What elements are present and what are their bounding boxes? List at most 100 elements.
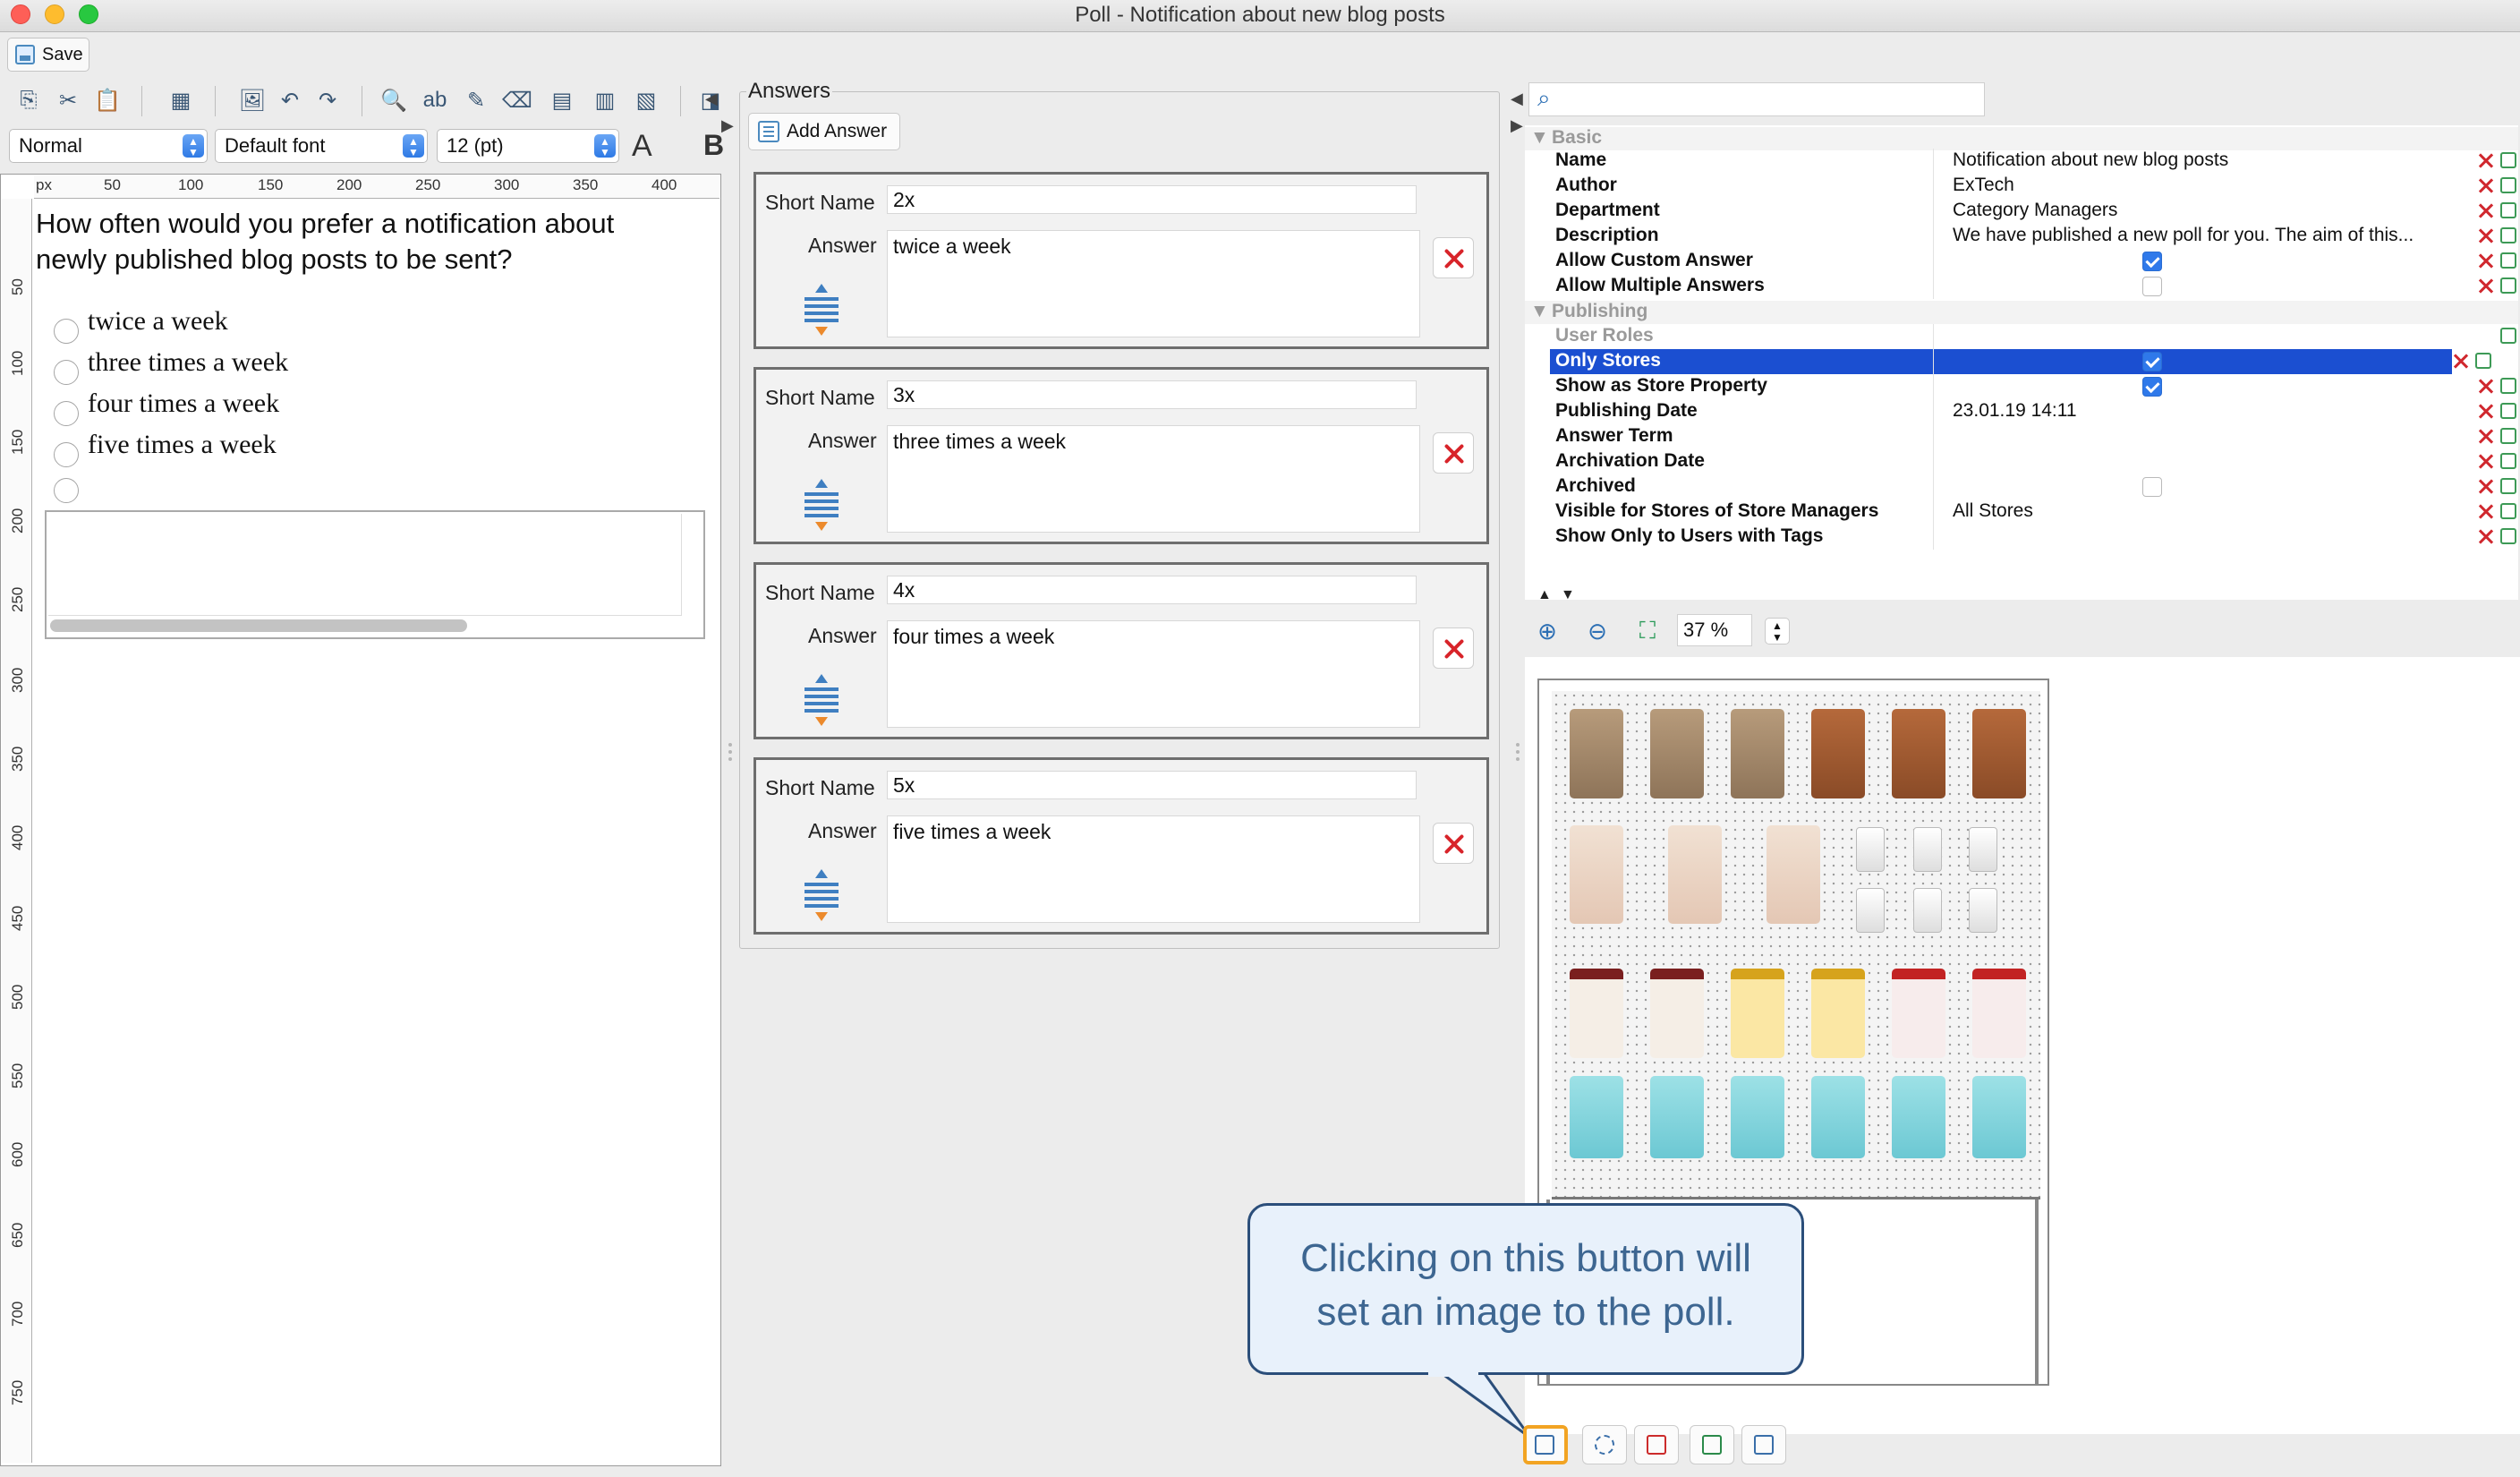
short-name-input[interactable]: 4x <box>887 576 1417 604</box>
edit-property-icon[interactable] <box>2500 177 2516 193</box>
add-answer-button[interactable]: Add Answer <box>748 113 900 150</box>
property-value[interactable]: We have published a new poll for you. Th… <box>1953 225 2472 246</box>
spellcheck-icon[interactable]: ab <box>421 86 449 115</box>
reset-property-icon[interactable] <box>2477 152 2493 168</box>
reorder-icon[interactable] <box>801 477 842 533</box>
property-row-allow-custom-answer[interactable]: Allow Custom Answer <box>1550 249 2518 274</box>
option-radio[interactable] <box>54 360 79 385</box>
reset-property-icon[interactable] <box>2477 428 2493 444</box>
merge-cells-icon[interactable]: ▥ <box>591 86 619 115</box>
edit-property-icon[interactable] <box>2500 202 2516 218</box>
paste-icon[interactable]: 📋 <box>93 86 122 115</box>
property-row-archived[interactable]: Archived <box>1550 474 2518 499</box>
option-radio[interactable] <box>54 401 79 426</box>
expand-right-icon[interactable]: ▶ <box>721 116 734 135</box>
edit-property-icon[interactable] <box>2475 353 2491 369</box>
property-row-show-only-tags[interactable]: Show Only to Users with Tags <box>1550 525 2518 550</box>
collapse-left-icon[interactable]: ◀ <box>705 90 718 108</box>
section-toggle-icon[interactable]: ▼ <box>1530 301 1549 322</box>
copy-icon[interactable]: ⎘ <box>14 86 43 115</box>
property-row-publishing-date[interactable]: Publishing Date 23.01.19 14:11 <box>1550 399 2518 424</box>
reset-property-icon[interactable] <box>2477 528 2493 544</box>
option-radio[interactable] <box>54 319 79 344</box>
property-checkbox[interactable] <box>2142 277 2162 296</box>
edit-property-icon[interactable] <box>2500 252 2516 269</box>
edit-property-icon[interactable] <box>2500 478 2516 494</box>
clear-format-icon[interactable]: ⌫ <box>502 86 532 115</box>
undo-icon[interactable]: ↶ <box>276 86 304 115</box>
reset-property-icon[interactable] <box>2477 252 2493 269</box>
set-image-button[interactable] <box>1523 1425 1568 1464</box>
property-row-answer-term[interactable]: Answer Term <box>1550 424 2518 449</box>
edit-property-icon[interactable] <box>2500 503 2516 519</box>
property-value[interactable]: Notification about new blog posts <box>1953 149 2472 171</box>
question-text[interactable]: How often would you prefer a notificatio… <box>36 206 680 277</box>
property-row-author[interactable]: Author ExTech <box>1550 174 2518 199</box>
refresh-image-button[interactable] <box>1582 1425 1627 1464</box>
edit-property-icon[interactable] <box>2500 277 2516 294</box>
reset-property-icon[interactable] <box>2452 353 2468 369</box>
reorder-icon[interactable] <box>801 672 842 728</box>
font-size-select[interactable]: 12 (pt) ▲ ▼ <box>437 129 619 163</box>
custom-option-radio[interactable] <box>54 478 79 503</box>
property-value[interactable]: All Stores <box>1953 500 2472 522</box>
property-row-department[interactable]: Department Category Managers <box>1550 199 2518 224</box>
remove-image-button[interactable] <box>1634 1425 1679 1464</box>
reset-property-icon[interactable] <box>2477 177 2493 193</box>
splitter-handle[interactable] <box>728 743 732 761</box>
property-checkbox[interactable] <box>2142 252 2162 271</box>
property-value[interactable]: ExTech <box>1953 175 2472 196</box>
save-button[interactable]: Save <box>7 38 89 72</box>
option-radio[interactable] <box>54 442 79 467</box>
delete-answer-button[interactable] <box>1433 823 1474 864</box>
property-row-description[interactable]: Description We have published a new poll… <box>1550 224 2518 249</box>
reset-property-icon[interactable] <box>2477 503 2493 519</box>
property-checkbox[interactable] <box>2142 352 2162 371</box>
reset-property-icon[interactable] <box>2477 478 2493 494</box>
font-color-icon[interactable]: A <box>632 129 652 164</box>
splitter-handle[interactable] <box>1516 743 1520 761</box>
expand-right-icon[interactable]: ▶ <box>1511 116 1523 135</box>
collapse-up-icon[interactable]: ▲ <box>1537 587 1552 603</box>
delete-answer-button[interactable] <box>1433 432 1474 474</box>
short-name-input[interactable]: 3x <box>887 380 1417 409</box>
edit-property-icon[interactable] <box>2500 328 2516 344</box>
reset-property-icon[interactable] <box>2477 378 2493 394</box>
edit-property-icon[interactable] <box>2500 453 2516 469</box>
redo-icon[interactable]: ↷ <box>313 86 342 115</box>
property-search-input[interactable] <box>1528 82 1985 116</box>
image-from-file-button[interactable] <box>1690 1425 1734 1464</box>
zoom-input[interactable]: 37 % <box>1677 614 1752 646</box>
answer-textarea[interactable]: four times a week <box>887 620 1420 728</box>
reset-property-icon[interactable] <box>2477 453 2493 469</box>
short-name-input[interactable]: 2x <box>887 185 1417 214</box>
zoom-out-icon[interactable]: ⊖ <box>1582 616 1613 646</box>
zoom-in-icon[interactable]: ⊕ <box>1532 616 1562 646</box>
edit-property-icon[interactable] <box>2500 227 2516 243</box>
delete-answer-button[interactable] <box>1433 237 1474 278</box>
reset-property-icon[interactable] <box>2477 202 2493 218</box>
horizontal-scrollbar[interactable] <box>50 619 467 632</box>
property-checkbox[interactable] <box>2142 477 2162 497</box>
property-row-archivation-date[interactable]: Archivation Date <box>1550 449 2518 474</box>
property-value[interactable]: 23.01.19 14:11 <box>1953 400 2472 422</box>
property-row-show-as-store-property[interactable]: Show as Store Property <box>1550 374 2518 399</box>
section-toggle-icon[interactable]: ▼ <box>1530 127 1549 149</box>
property-row-allow-multiple-answers[interactable]: Allow Multiple Answers <box>1550 274 2518 299</box>
property-value[interactable]: Category Managers <box>1953 200 2472 221</box>
edit-link-icon[interactable]: ✎ <box>462 86 490 115</box>
property-row-visible-for-stores[interactable]: Visible for Stores of Store Managers All… <box>1550 499 2518 525</box>
edit-property-icon[interactable] <box>2500 152 2516 168</box>
insert-image-icon[interactable]: 🖼 <box>238 86 267 115</box>
edit-property-icon[interactable] <box>2500 403 2516 419</box>
property-checkbox[interactable] <box>2142 377 2162 397</box>
answer-textarea[interactable]: three times a week <box>887 425 1420 533</box>
grid-table-icon[interactable]: ▤ <box>548 86 576 115</box>
cut-icon[interactable]: ✂ <box>54 86 82 115</box>
answer-textarea[interactable]: twice a week <box>887 230 1420 337</box>
property-row-only-stores[interactable]: Only Stores <box>1550 349 2452 374</box>
edit-property-icon[interactable] <box>2500 528 2516 544</box>
expand-down-icon[interactable]: ▼ <box>1561 587 1575 603</box>
delete-answer-button[interactable] <box>1433 628 1474 669</box>
reset-property-icon[interactable] <box>2477 403 2493 419</box>
